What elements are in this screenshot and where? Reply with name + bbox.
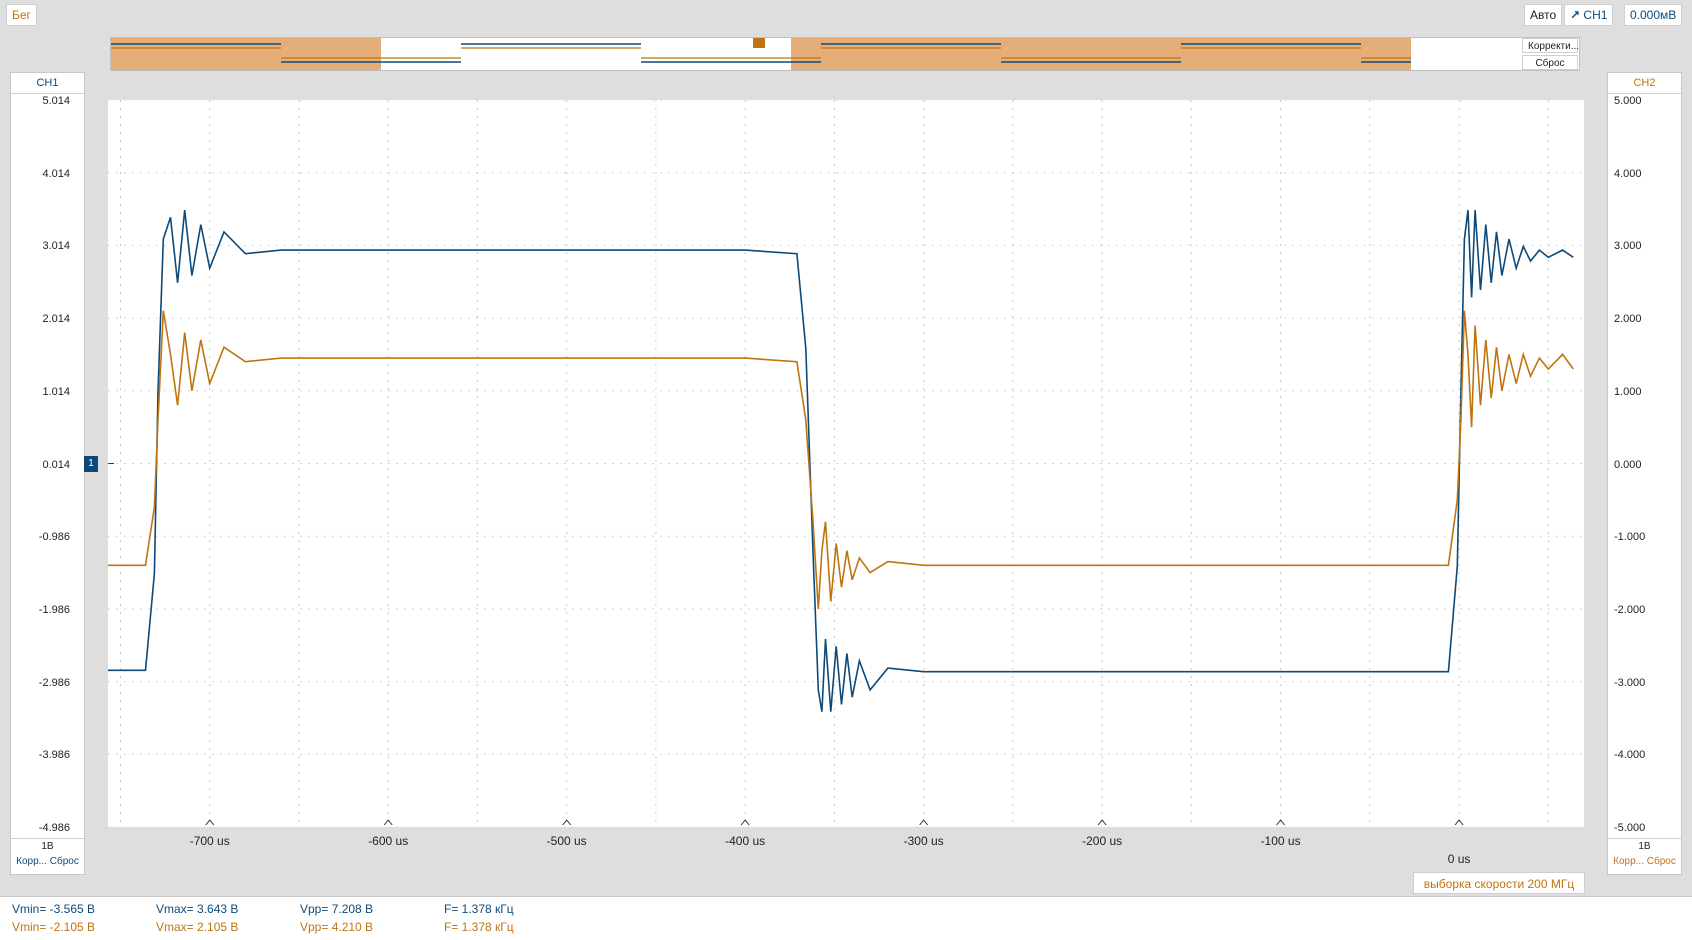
axis-tick-label: -2.000 bbox=[1614, 603, 1646, 616]
axis-tick-label: -1.986 bbox=[38, 603, 70, 616]
ch2-vmin: Vmin= -2.105 В bbox=[12, 920, 96, 934]
time-axis-tick bbox=[1454, 819, 1464, 826]
axis-tick-label: -4.000 bbox=[1614, 749, 1646, 762]
trigger-level-value[interactable]: 0.000мВ bbox=[1624, 4, 1683, 26]
ch1-measurements: Vmin= -3.565 В Vmax= 3.643 В Vpp= 7.208 … bbox=[0, 900, 1692, 918]
waveform-chart bbox=[108, 100, 1584, 827]
time-axis-tick bbox=[562, 819, 572, 826]
ch1-vpp: Vpp= 7.208 В bbox=[300, 902, 374, 916]
axis-tick-label: 0.014 bbox=[42, 458, 70, 471]
axis-tick-label: -3.000 bbox=[1614, 676, 1646, 689]
overview-trigger-marker bbox=[753, 38, 765, 48]
axis-tick-label: 2.000 bbox=[1614, 313, 1642, 326]
time-axis-tick bbox=[740, 819, 750, 826]
time-axis-tick bbox=[205, 819, 215, 826]
axis-tick-label: 1.000 bbox=[1614, 385, 1642, 398]
ch2-vmax: Vmax= 2.105 В bbox=[156, 920, 239, 934]
axis-tick-label: -4.986 bbox=[38, 822, 70, 834]
axis-tick-label: 2.014 bbox=[42, 313, 70, 326]
overview-autoset-button[interactable]: Корректи... bbox=[1522, 38, 1579, 53]
ch2-controls: Корр... Сброс bbox=[1608, 856, 1681, 867]
trigger-source-button[interactable]: ↗ CH1 bbox=[1564, 4, 1614, 26]
axis-tick-label: 3.014 bbox=[42, 240, 70, 253]
trigger-source-label: CH1 bbox=[1583, 8, 1608, 22]
time-axis-tick bbox=[383, 819, 393, 826]
ch1-frequency: F= 1.378 кГц bbox=[444, 902, 514, 916]
axis-tick-label: -0.986 bbox=[38, 531, 70, 544]
axis-tick-label: 4.000 bbox=[1614, 167, 1642, 180]
ch2-waveform bbox=[108, 310, 1574, 609]
ch1-controls: Корр... Сброс bbox=[11, 856, 84, 867]
axis-tick-label: 0.000 bbox=[1614, 458, 1642, 471]
ch1-waveform bbox=[108, 210, 1574, 712]
axis-tick-label: 5.014 bbox=[42, 95, 70, 107]
axis-tick-label: 4.014 bbox=[42, 167, 70, 180]
time-tick-label: -300 us bbox=[903, 834, 944, 848]
time-tick-label: -700 us bbox=[189, 834, 230, 848]
axis-tick-label: -2.986 bbox=[38, 676, 70, 689]
ch2-scale[interactable]: 1В bbox=[1608, 838, 1681, 852]
ch1-vmax: Vmax= 3.643 В bbox=[156, 902, 239, 916]
time-tick-label: 0 us bbox=[1447, 852, 1471, 866]
time-axis-tick bbox=[1276, 819, 1285, 826]
axis-tick-label: 5.000 bbox=[1614, 95, 1642, 107]
measurement-panel: Vmin= -3.565 В Vmax= 3.643 В Vpp= 7.208 … bbox=[0, 896, 1692, 940]
overview-view-window bbox=[111, 38, 381, 70]
overview-view-window bbox=[791, 38, 1411, 70]
sample-rate-label: выборка скорости 200 МГц bbox=[1413, 872, 1585, 894]
ch2-scale-panel[interactable]: CH2 5.000 4.000 3.000 2.000 1.000 0.000 -1.000… bbox=[1607, 72, 1682, 875]
ch1-scale[interactable]: 1В bbox=[11, 838, 84, 852]
time-axis-tick bbox=[919, 819, 929, 826]
waveform-overview[interactable] bbox=[110, 37, 1580, 71]
ch1-auto-button[interactable]: Корр... bbox=[16, 856, 47, 867]
ch1-title: CH1 bbox=[11, 73, 84, 94]
time-tick-label: -600 us bbox=[368, 834, 409, 848]
time-tick-label: -100 us bbox=[1260, 834, 1301, 848]
run-state-button[interactable]: Бег bbox=[6, 4, 37, 26]
time-tick-label: -500 us bbox=[546, 834, 587, 848]
axis-tick-label: 1.014 bbox=[42, 385, 70, 398]
overview-waveform bbox=[111, 38, 1411, 70]
axis-tick-label: -1.000 bbox=[1614, 531, 1646, 544]
ch1-vmin: Vmin= -3.565 В bbox=[12, 902, 96, 916]
ch1-scale-panel[interactable]: CH1 5.014 4.014 3.014 2.014 1.014 0.014 -0.986… bbox=[10, 72, 98, 875]
ch1-reset-button[interactable]: Сброс bbox=[50, 856, 79, 867]
ch2-auto-button[interactable]: Корр... bbox=[1613, 856, 1644, 867]
ch2-frequency: F= 1.378 кГц bbox=[444, 920, 514, 934]
trigger-mode-button[interactable]: Авто bbox=[1524, 4, 1563, 26]
axis-tick-label: -3.986 bbox=[38, 749, 70, 762]
axis-tick-label: -5.000 bbox=[1614, 822, 1646, 834]
time-tick-label: -200 us bbox=[1082, 834, 1123, 848]
ch1-offset-marker[interactable]: 1 bbox=[84, 455, 98, 472]
ch2-reset-button[interactable]: Сброс bbox=[1647, 856, 1676, 867]
time-axis-tick bbox=[1097, 819, 1107, 826]
axis-tick-label: 3.000 bbox=[1614, 240, 1642, 253]
rising-edge-icon: ↗ bbox=[1570, 8, 1581, 22]
ch2-title: CH2 bbox=[1608, 73, 1681, 94]
ch2-vpp: Vpp= 4.210 В bbox=[300, 920, 374, 934]
ch2-measurements: Vmin= -2.105 В Vmax= 2.105 В Vpp= 4.210 … bbox=[0, 918, 1692, 936]
scope-plot-area[interactable] bbox=[108, 100, 1584, 827]
overview-reset-button[interactable]: Сброс bbox=[1522, 55, 1578, 70]
time-tick-label: -400 us bbox=[725, 834, 766, 848]
